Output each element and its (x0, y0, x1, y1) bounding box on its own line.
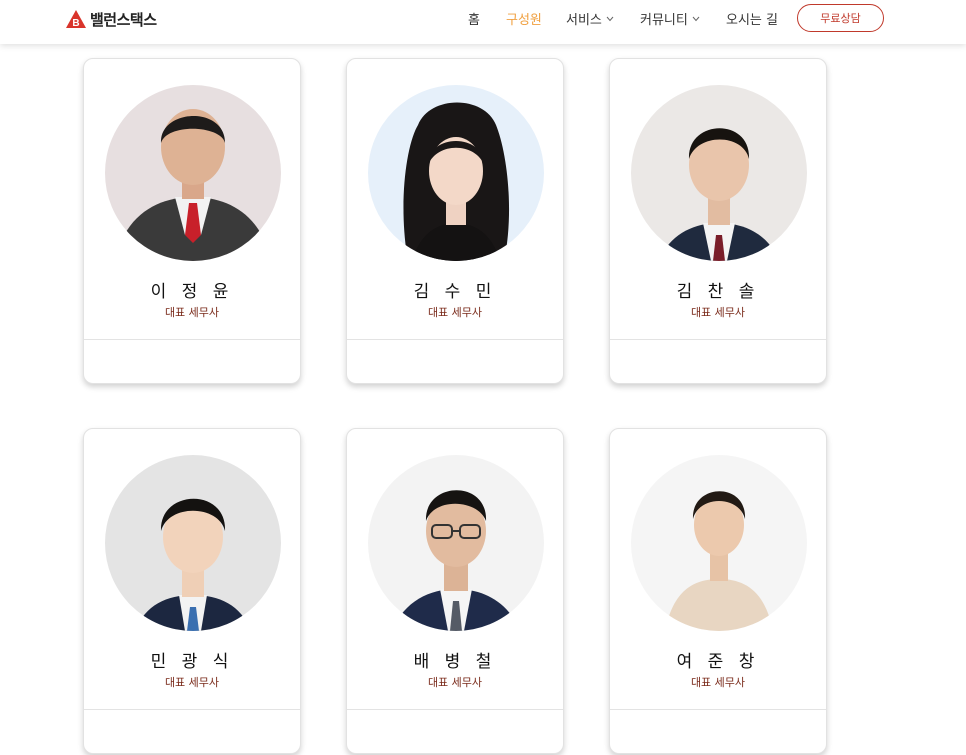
member-card[interactable]: 김 찬 솔 대표 세무사 (609, 58, 827, 384)
member-role: 대표 세무사 (690, 306, 746, 319)
nav-services-label: 서비스 (566, 12, 602, 28)
nav-community[interactable]: 커뮤니티 (640, 0, 700, 36)
card-divider (347, 709, 563, 710)
chevron-down-icon (692, 11, 700, 26)
nav-community-label: 커뮤니티 (640, 12, 688, 28)
member-name: 김 수 민 (413, 282, 497, 302)
nav-home-label[interactable]: 홈 (468, 9, 480, 28)
nav-directions[interactable]: 오시는 길 (726, 0, 778, 36)
card-divider (610, 709, 826, 710)
member-role: 대표 세무사 (164, 306, 220, 319)
svg-text:B: B (72, 18, 79, 28)
member-photo (105, 455, 281, 631)
card-divider (610, 339, 826, 340)
nav-directions-label[interactable]: 오시는 길 (726, 9, 778, 28)
member-photo (368, 85, 544, 261)
member-role: 대표 세무사 (427, 306, 483, 319)
member-role: 대표 세무사 (164, 676, 220, 689)
nav-members-label[interactable]: 구성원 (506, 9, 542, 28)
member-name: 이 정 윤 (150, 282, 234, 302)
nav-members[interactable]: 구성원 (506, 0, 542, 36)
nav-home[interactable]: 홈 (468, 0, 480, 36)
member-role: 대표 세무사 (690, 676, 746, 689)
member-card[interactable]: 여 준 창 대표 세무사 (609, 428, 827, 754)
member-card[interactable]: 배 병 철 대표 세무사 (346, 428, 564, 754)
member-photo (105, 85, 281, 261)
chevron-down-icon (606, 11, 614, 26)
member-role: 대표 세무사 (427, 676, 483, 689)
member-photo (631, 455, 807, 631)
member-photo (368, 455, 544, 631)
member-name: 여 준 창 (676, 652, 760, 672)
logo-text: 밸런스택스 (90, 10, 157, 29)
site-header: B 밸런스택스 홈 구성원 서비스 커뮤니티 오시는 길 무료상담 (0, 0, 966, 44)
nav-services-item[interactable]: 서비스 (566, 9, 614, 28)
nav-services[interactable]: 서비스 (566, 0, 614, 36)
member-name: 민 광 식 (150, 652, 234, 672)
logo[interactable]: B 밸런스택스 (66, 8, 157, 30)
member-card[interactable]: 이 정 윤 대표 세무사 (83, 58, 301, 384)
member-card[interactable]: 민 광 식 대표 세무사 (83, 428, 301, 754)
member-card[interactable]: 김 수 민 대표 세무사 (346, 58, 564, 384)
member-name: 배 병 철 (413, 652, 497, 672)
member-photo (631, 85, 807, 261)
nav-community-item[interactable]: 커뮤니티 (640, 9, 700, 28)
free-consultation-button[interactable]: 무료상담 (797, 4, 884, 32)
logo-icon: B (66, 10, 86, 29)
card-divider (84, 339, 300, 340)
card-divider (84, 709, 300, 710)
member-name: 김 찬 솔 (676, 282, 760, 302)
card-divider (347, 339, 563, 340)
